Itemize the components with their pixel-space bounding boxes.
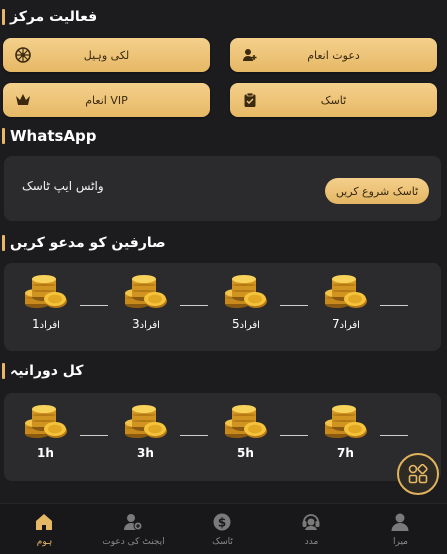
- title-accent-bar: [2, 363, 5, 379]
- nav-label: ایجنٹ کی دعوت: [102, 537, 165, 547]
- task-button[interactable]: ٹاسک: [230, 83, 437, 117]
- coins-icon: [24, 403, 68, 439]
- vip-reward-label: انعام VIP: [85, 93, 128, 107]
- nav-label: ہوم: [36, 537, 53, 547]
- home-icon: [36, 514, 52, 530]
- duration-section-title: کل دورانیہ: [2, 360, 83, 382]
- invite-title: صارفین کو مدعو کریں: [10, 235, 166, 251]
- activity-title: فعالیت مرکز: [10, 9, 98, 25]
- bottom-nav: ہوم ایجنٹ کی دعوت $ ٹاسک مدد میرا: [0, 503, 447, 554]
- support-icon: [302, 514, 320, 530]
- lucky-wheel-label: لکی وہیل: [83, 48, 130, 62]
- invite-step-label: افراد3: [132, 317, 160, 331]
- coins-icon: [224, 403, 268, 439]
- progress-connector: [180, 435, 208, 436]
- coins-icon: [324, 403, 368, 439]
- coins-icon: [224, 273, 268, 309]
- nav-item-home[interactable]: ہوم: [0, 504, 89, 554]
- whatsapp-task-text: واٹس ایپ ٹاسک: [22, 179, 104, 193]
- whatsapp-task-card: واٹس ایپ ٹاسک ٹاسک شروع کریں: [4, 156, 441, 221]
- dollar-coin-icon: $: [213, 513, 231, 531]
- duration-step-label: 5h: [237, 446, 254, 460]
- progress-connector: [280, 435, 308, 436]
- title-accent-bar: [2, 128, 5, 144]
- progress-connector: [280, 305, 308, 306]
- lucky-wheel-button[interactable]: لکی وہیل: [3, 38, 210, 72]
- task-label: ٹاسک: [320, 93, 347, 107]
- vip-reward-button[interactable]: انعام VIP: [3, 83, 210, 117]
- duration-step-label: 7h: [337, 446, 354, 460]
- invite-reward-label: دعوت انعام: [307, 48, 360, 62]
- title-accent-bar: [2, 235, 5, 251]
- invite-step-label: افراد7: [332, 317, 360, 331]
- start-task-label: ٹاسک شروع کریں: [335, 184, 419, 198]
- activity-section-title: فعالیت مرکز: [2, 6, 97, 28]
- crown-icon: [16, 94, 30, 105]
- progress-connector: [180, 305, 208, 306]
- whatsapp-title: WhatsApp: [10, 127, 97, 145]
- agent-invite-icon: [124, 514, 143, 531]
- nav-item-support[interactable]: مدد: [267, 504, 356, 554]
- nav-label: میرا: [392, 537, 408, 547]
- duration-step-label: 1h: [37, 446, 54, 460]
- duration-progress-card: 1h 3h 5h 7h: [4, 393, 441, 481]
- progress-connector: [380, 305, 408, 306]
- whatsapp-section-title: WhatsApp: [2, 125, 97, 147]
- invite-step-label: افراد1: [32, 317, 60, 331]
- duration-step-label: 3h: [137, 446, 154, 460]
- wheel-icon: [15, 47, 31, 63]
- start-task-button[interactable]: ٹاسک شروع کریں: [325, 178, 429, 204]
- clipboard-icon: [244, 92, 256, 107]
- profile-icon: [391, 513, 409, 531]
- progress-connector: [380, 435, 408, 436]
- title-accent-bar: [2, 9, 5, 25]
- progress-connector: [80, 305, 108, 306]
- coins-icon: [24, 273, 68, 309]
- nav-label: مدد: [304, 537, 319, 547]
- nav-item-profile[interactable]: میرا: [356, 504, 445, 554]
- duration-title: کل دورانیہ: [10, 363, 84, 379]
- nav-label: ٹاسک: [212, 537, 233, 547]
- floating-menu-button[interactable]: [397, 453, 439, 495]
- coins-icon: [324, 273, 368, 309]
- invite-user-icon: [243, 49, 257, 61]
- progress-connector: [80, 435, 108, 436]
- invite-reward-button[interactable]: دعوت انعام: [230, 38, 437, 72]
- invite-step-label: افراد5: [232, 317, 260, 331]
- coins-icon: [124, 273, 168, 309]
- nav-item-agent-invite[interactable]: ایجنٹ کی دعوت: [89, 504, 178, 554]
- svg-text:$: $: [218, 516, 226, 530]
- coins-icon: [124, 403, 168, 439]
- invite-progress-card: افراد1 افراد3 افراد5 افراد7: [4, 263, 441, 351]
- grid-shapes-icon: [408, 464, 428, 484]
- invite-section-title: صارفین کو مدعو کریں: [2, 232, 166, 254]
- nav-item-task[interactable]: $ ٹاسک: [178, 504, 267, 554]
